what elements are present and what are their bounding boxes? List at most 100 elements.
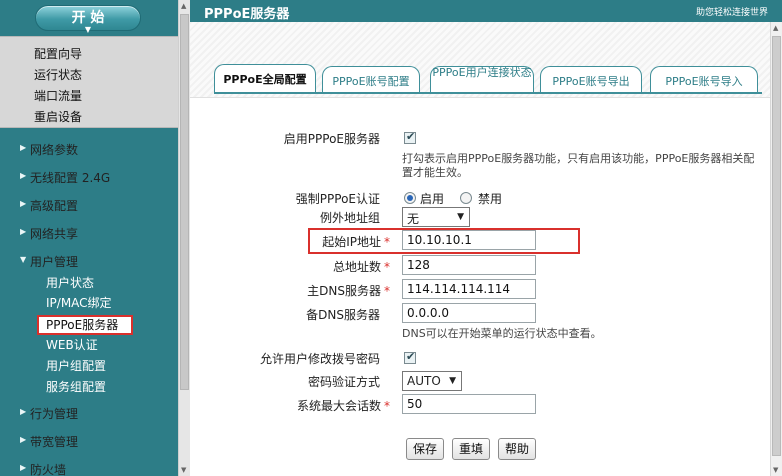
sub-item-pppoe-server[interactable]: PPPoE服务器 — [37, 315, 133, 335]
save-button[interactable]: 保存 — [406, 438, 444, 460]
start-item-restart[interactable]: 重启设备 — [34, 108, 82, 125]
sub-item-web-auth[interactable]: WEB认证 — [46, 336, 98, 353]
start-menu-panel: 配置向导 运行状态 端口流量 重启设备 — [0, 36, 178, 128]
required-mark: * — [384, 399, 390, 413]
page-header: PPPoE服务器 助您轻松连接世界 — [190, 0, 782, 22]
nav-network-share[interactable]: ▶ 网络共享 — [0, 221, 178, 245]
force-auth-enable-radio[interactable] — [404, 192, 416, 204]
nav-label: 网络共享 — [30, 227, 79, 241]
start-button-label: 开 始 — [71, 10, 105, 26]
nav-firewall[interactable]: ▶ 防火墙 — [0, 457, 178, 476]
nav-wireless[interactable]: ▶ 无线配置 2.4G — [0, 165, 178, 189]
sidebar-scroll-thumb[interactable] — [180, 14, 189, 390]
required-mark: * — [384, 284, 390, 298]
triangle-right-icon: ▶ — [20, 227, 27, 236]
tab-label: PPPoE全局配置 — [223, 73, 307, 86]
force-auth-disable-radio[interactable] — [460, 192, 472, 204]
reset-button[interactable]: 重填 — [452, 438, 490, 460]
tab-label: PPPoE账号导入 — [665, 75, 743, 88]
triangle-down-icon: ▼ — [20, 255, 27, 264]
total-addresses-label-text: 总地址数 — [332, 260, 381, 274]
secondary-dns-input[interactable]: 0.0.0.0 — [402, 303, 536, 323]
auth-method-value: AUTO — [407, 374, 441, 388]
check-icon: ✔ — [406, 350, 416, 363]
primary-dns-label-text: 主DNS服务器 — [307, 284, 381, 298]
start-item-run-status[interactable]: 运行状态 — [34, 66, 82, 83]
start-ip-input[interactable]: 10.10.10.1 — [402, 230, 536, 250]
scroll-down-icon[interactable]: ▼ — [773, 466, 778, 474]
exception-group-select[interactable]: 无 ▼ — [402, 207, 470, 227]
start-area: 开 始 ▼ — [0, 0, 178, 36]
tab-label: PPPoE用户连接状态 — [432, 66, 532, 79]
sub-item-user-group[interactable]: 用户组配置 — [46, 357, 106, 374]
tab-pppoe-account-config[interactable]: PPPoE账号配置 — [322, 66, 420, 92]
secondary-dns-label: 备DNS服务器 — [306, 308, 380, 322]
check-icon: ✔ — [406, 130, 416, 143]
start-ip-label-text: 起始IP地址 — [322, 235, 381, 249]
main-scroll-thumb[interactable] — [772, 36, 781, 456]
exception-group-label: 例外地址组 — [319, 211, 380, 225]
enable-server-label: 启用PPPoE服务器 — [283, 132, 380, 146]
tab-pppoe-account-import[interactable]: PPPoE账号导入 — [650, 66, 758, 92]
max-sessions-label-text: 系统最大会话数 — [296, 399, 381, 413]
scroll-up-icon[interactable]: ▲ — [773, 24, 778, 32]
start-button[interactable]: 开 始 ▼ — [35, 5, 141, 34]
force-auth-enable-label: 启用 — [420, 192, 445, 206]
enable-server-hint: 打勾表示启用PPPoE服务器功能，只有启用该功能，PPPoE服务器相关配置才能生… — [402, 152, 755, 179]
nav-label: 带宽管理 — [30, 435, 79, 449]
nav-behavior-management[interactable]: ▶ 行为管理 — [0, 401, 178, 425]
tab-underline — [214, 92, 762, 94]
start-ip-label: 起始IP地址 * — [250, 233, 390, 250]
help-button[interactable]: 帮助 — [498, 438, 536, 460]
auth-method-label: 密码验证方式 — [307, 375, 380, 389]
triangle-right-icon: ▶ — [20, 463, 27, 472]
scroll-up-icon[interactable]: ▲ — [181, 2, 186, 10]
total-addresses-input[interactable]: 128 — [402, 255, 536, 275]
required-mark: * — [384, 235, 390, 249]
sidebar-scrollbar[interactable]: ▲ ▼ — [178, 0, 190, 476]
nav-label: 网络参数 — [30, 143, 79, 157]
tab-pppoe-user-status[interactable]: PPPoE用户连接状态 — [430, 66, 534, 92]
tab-label: PPPoE账号配置 — [332, 75, 410, 88]
main-scrollbar[interactable]: ▲ ▼ — [770, 22, 782, 476]
tab-bar: PPPoE全局配置 PPPoE账号配置 PPPoE用户连接状态 PPPoE账号导… — [190, 22, 770, 98]
auth-method-select[interactable]: AUTO ▼ — [402, 371, 462, 391]
sub-item-service-group[interactable]: 服务组配置 — [46, 378, 106, 395]
nav-network-params[interactable]: ▶ 网络参数 — [0, 137, 178, 161]
tab-label: PPPoE账号导出 — [552, 75, 630, 88]
nav-label: 行为管理 — [30, 407, 79, 421]
nav-bandwidth-management[interactable]: ▶ 带宽管理 — [0, 429, 178, 453]
nav-label: 防火墙 — [30, 463, 67, 476]
scroll-down-icon[interactable]: ▼ — [181, 466, 186, 474]
start-item-setup-wizard[interactable]: 配置向导 — [34, 45, 82, 62]
allow-modify-password-label: 允许用户修改拨号密码 — [259, 352, 380, 366]
primary-dns-input[interactable]: 114.114.114.114 — [402, 279, 536, 299]
force-auth-disable-label: 禁用 — [478, 192, 503, 206]
user-management-submenu: 用户状态 IP/MAC绑定 PPPoE服务器 WEB认证 用户组配置 服务组配置 — [0, 270, 178, 395]
header-help-link[interactable]: 助您轻松连接世界 — [696, 5, 768, 18]
max-sessions-label: 系统最大会话数 * — [250, 397, 390, 414]
enable-server-checkbox[interactable]: ✔ — [404, 130, 416, 144]
triangle-right-icon: ▶ — [20, 407, 27, 416]
chevron-down-icon: ▼ — [84, 25, 92, 34]
nav-advanced[interactable]: ▶ 高级配置 — [0, 193, 178, 217]
nav-label: 用户管理 — [30, 255, 79, 269]
dns-hint: DNS可以在开始菜单的运行状态中查看。 — [402, 327, 602, 340]
force-auth-label: 强制PPPoE认证 — [295, 192, 380, 206]
nav-label: 无线配置 2.4G — [30, 171, 111, 185]
allow-modify-password-checkbox[interactable]: ✔ — [404, 350, 416, 364]
max-sessions-input[interactable]: 50 — [402, 394, 536, 414]
required-mark: * — [384, 260, 390, 274]
dropdown-arrow-icon: ▼ — [457, 212, 464, 222]
sub-item-user-status[interactable]: 用户状态 — [46, 274, 94, 291]
page-title: PPPoE服务器 — [204, 7, 290, 22]
exception-group-value: 无 — [407, 212, 420, 226]
total-addresses-label: 总地址数 * — [250, 258, 390, 275]
start-item-port-traffic[interactable]: 端口流量 — [34, 87, 82, 104]
sidebar: 开 始 ▼ 配置向导 运行状态 端口流量 重启设备 ▶ 网络参数 ▶ 无线配置 … — [0, 0, 178, 476]
sub-item-ip-mac-binding[interactable]: IP/MAC绑定 — [46, 294, 112, 311]
triangle-right-icon: ▶ — [20, 199, 27, 208]
primary-dns-label: 主DNS服务器 * — [250, 282, 390, 299]
tab-pppoe-global-config[interactable]: PPPoE全局配置 — [214, 64, 316, 94]
tab-pppoe-account-export[interactable]: PPPoE账号导出 — [540, 66, 642, 92]
